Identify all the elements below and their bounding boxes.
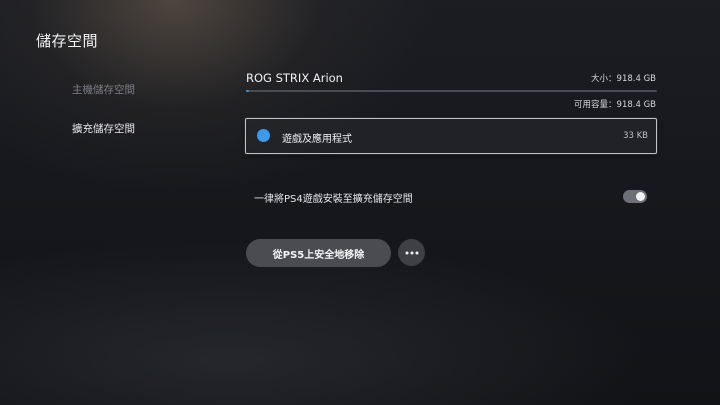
install-ps4-label: 一律將PS4遊戲安裝至擴充儲存空間 bbox=[254, 194, 413, 205]
drive-name: ROG STRIX Arion bbox=[246, 71, 343, 85]
drive-size: 大小：918.4 GB bbox=[591, 74, 656, 84]
toggle-knob bbox=[636, 192, 645, 201]
category-size: 33 KB bbox=[623, 131, 648, 141]
page-title: 儲存空間 bbox=[36, 32, 99, 50]
storage-usage-fill bbox=[246, 90, 249, 92]
safely-remove-button[interactable]: 從PS5上安全地移除 bbox=[246, 239, 391, 267]
available-space: 可用容量：918.4 GB bbox=[574, 100, 656, 110]
install-ps4-setting[interactable]: 一律將PS4遊戲安裝至擴充儲存空間 bbox=[245, 186, 655, 206]
category-color-dot bbox=[257, 129, 270, 142]
sidebar-item-console-storage[interactable]: 主機儲存空間 bbox=[72, 82, 135, 97]
category-games-apps[interactable]: 遊戲及應用程式 33 KB bbox=[245, 118, 657, 154]
install-ps4-toggle[interactable] bbox=[623, 190, 647, 203]
storage-usage-bar bbox=[246, 90, 657, 92]
more-horizontal-icon bbox=[405, 251, 418, 254]
sidebar-item-extended-storage[interactable]: 擴充儲存空間 bbox=[72, 121, 135, 136]
more-options-button[interactable] bbox=[398, 239, 425, 266]
category-label: 遊戲及應用程式 bbox=[282, 134, 352, 145]
